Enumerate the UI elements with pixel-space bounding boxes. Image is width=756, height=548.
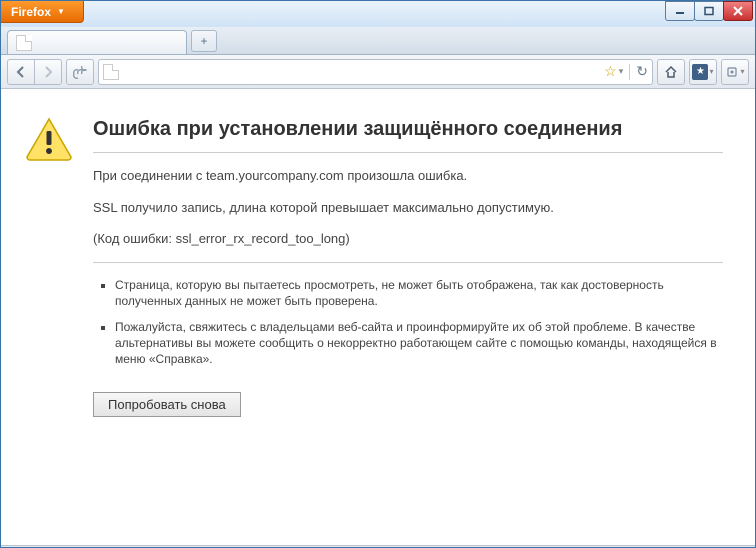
- app-menu-button[interactable]: Firefox ▼: [1, 1, 84, 23]
- error-container: Ошибка при установлении защищённого соед…: [25, 117, 723, 417]
- extensions-button[interactable]: ▾: [721, 59, 749, 85]
- url-bar[interactable]: ☆ ▾ ↻: [98, 59, 653, 85]
- forward-button[interactable]: [34, 59, 62, 85]
- dropdown-icon[interactable]: ▾: [619, 66, 624, 77]
- error-title: Ошибка при установлении защищённого соед…: [93, 117, 723, 142]
- divider: [93, 152, 723, 153]
- tab-strip: +: [1, 27, 755, 55]
- separator: [629, 64, 630, 80]
- new-tab-button[interactable]: +: [191, 30, 217, 52]
- chevron-down-icon: ▾: [709, 67, 713, 76]
- error-line-1: При соединении с team.yourcompany.com пр…: [93, 167, 723, 185]
- error-code: (Код ошибки: ssl_error_rx_record_too_lon…: [93, 230, 723, 248]
- app-menu-label: Firefox: [11, 5, 51, 19]
- page-icon: [16, 35, 32, 51]
- maximize-button[interactable]: [694, 1, 724, 21]
- retry-button[interactable]: Попробовать снова: [93, 392, 241, 417]
- divider: [93, 262, 723, 263]
- page-content: Ошибка при установлении защищённого соед…: [1, 89, 755, 545]
- bookmarks-icon: ★: [692, 64, 708, 80]
- url-input[interactable]: [123, 65, 600, 79]
- bookmarks-button[interactable]: ★▾: [689, 59, 717, 85]
- browser-tab[interactable]: [7, 30, 187, 54]
- urlbar-right: ☆ ▾ ↻: [604, 63, 648, 80]
- error-bullet: Страница, которую вы пытаетесь просмотре…: [115, 277, 723, 309]
- chevron-down-icon: ▼: [57, 7, 65, 16]
- page-icon: [103, 64, 119, 80]
- error-bullet: Пожалуйста, свяжитесь с владельцами веб-…: [115, 319, 723, 368]
- firefox-window: Firefox ▼ + ☆ ▾ ↻: [0, 0, 756, 548]
- chevron-down-icon: ▾: [740, 67, 744, 76]
- error-line-2: SSL получило запись, длина которой превы…: [93, 199, 723, 217]
- reload-button[interactable]: ↻: [636, 63, 648, 80]
- error-bullet-list: Страница, которую вы пытаетесь просмотре…: [93, 277, 723, 368]
- titlebar: Firefox ▼: [1, 1, 755, 27]
- minimize-button[interactable]: [665, 1, 695, 21]
- link-icon-button[interactable]: [66, 59, 94, 85]
- bookmark-star-icon[interactable]: ☆: [604, 63, 617, 80]
- status-bar: [1, 545, 755, 547]
- error-body: Ошибка при установлении защищённого соед…: [93, 117, 723, 417]
- window-controls: [666, 1, 753, 21]
- back-button[interactable]: [7, 59, 35, 85]
- nav-toolbar: ☆ ▾ ↻ ★▾ ▾: [1, 55, 755, 89]
- home-button[interactable]: [657, 59, 685, 85]
- close-button[interactable]: [723, 1, 753, 21]
- nav-button-group: [7, 59, 62, 85]
- warning-icon: [25, 117, 73, 417]
